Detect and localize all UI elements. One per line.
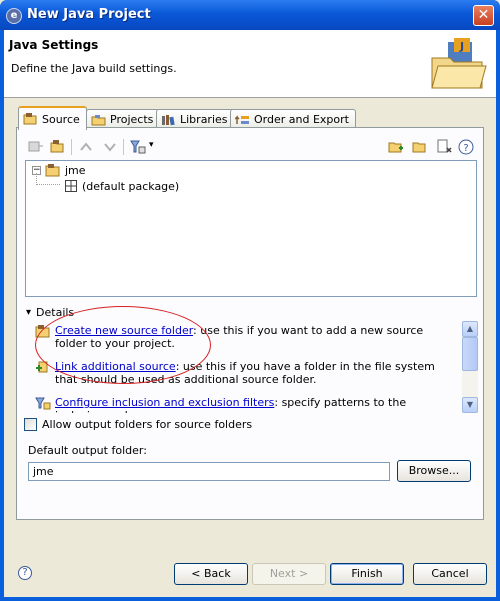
link-additional-source-link[interactable]: Link additional source: [55, 360, 176, 373]
window-title: New Java Project: [27, 7, 151, 22]
details-list: Create new source folder: use this if yo…: [25, 321, 477, 413]
cancel-button[interactable]: Cancel: [413, 563, 487, 585]
dialog-window: e New Java Project ✕ Java Settings Defin…: [0, 0, 500, 601]
add-source-folder-icon[interactable]: [387, 138, 405, 156]
output-folder-label: Default output folder:: [28, 444, 147, 457]
detail-link-source: Link additional source: use this if you …: [35, 360, 457, 386]
open-folder-icon[interactable]: [411, 138, 429, 156]
tab-order-and-export[interactable]: Order and Export: [230, 109, 356, 129]
scroll-up-icon[interactable]: ▲: [462, 321, 478, 337]
finish-button[interactable]: Finish: [330, 563, 404, 585]
details-header[interactable]: ▾ Details: [26, 306, 74, 319]
help-toolbar-icon[interactable]: ?: [457, 138, 475, 156]
filter-dropdown-arrow[interactable]: ▾: [149, 140, 154, 150]
wizard-banner: Java Settings Define the Java build sett…: [4, 30, 496, 98]
scroll-down-icon[interactable]: ▼: [462, 397, 478, 413]
allow-output-folders-option[interactable]: Allow output folders for source folders: [24, 418, 252, 431]
tree-label-package: (default package): [82, 179, 180, 193]
tree-row-project[interactable]: − jme: [32, 162, 86, 178]
tree-row-default-package[interactable]: (default package): [64, 178, 179, 194]
details-label: Details: [36, 306, 75, 319]
order-export-icon: [235, 114, 249, 124]
configure-filters-link[interactable]: Configure inclusion and exclusion filter…: [55, 396, 274, 409]
libraries-icon: [162, 114, 175, 125]
details-toggle-icon[interactable]: ▾: [26, 307, 31, 318]
projects-icon: [91, 114, 106, 125]
collapse-icon[interactable]: [49, 138, 67, 156]
create-source-folder-link[interactable]: Create new source folder: [55, 324, 193, 337]
package-icon: [65, 180, 77, 192]
tab-source[interactable]: Source: [18, 106, 87, 130]
svg-text:?: ?: [463, 143, 468, 154]
detail-create-source-folder: Create new source folder: use this if yo…: [35, 324, 457, 350]
source-toolbar: ▾ ?: [25, 136, 477, 160]
details-scrollbar[interactable]: ▲ ▼: [462, 321, 478, 413]
svg-text:J: J: [459, 40, 464, 53]
tab-label: Order and Export: [254, 113, 349, 126]
tree-label-project: jme: [65, 163, 86, 177]
page-description: Define the Java build settings.: [11, 62, 177, 75]
allow-output-folders-checkbox[interactable]: [24, 418, 37, 431]
help-icon[interactable]: ?: [18, 566, 32, 580]
configure-filters-icon: [35, 397, 51, 410]
title-bar: e New Java Project ✕: [0, 0, 500, 30]
output-folder-field[interactable]: jme: [28, 462, 390, 481]
page-title: Java Settings: [9, 38, 99, 52]
tab-label: Source: [42, 112, 80, 126]
browse-button[interactable]: Browse...: [397, 460, 471, 482]
tab-projects[interactable]: Projects: [86, 109, 161, 129]
move-down-icon: [104, 143, 116, 152]
source-folder-icon: [23, 113, 37, 125]
expand-icon: [28, 141, 43, 152]
detail-configure-filters: Configure inclusion and exclusion filter…: [35, 396, 457, 413]
toolbar-separator: [71, 139, 72, 155]
close-button[interactable]: ✕: [473, 5, 494, 26]
move-up-icon: [80, 142, 92, 151]
scroll-thumb[interactable]: [462, 337, 478, 371]
tab-label: Projects: [110, 113, 154, 126]
new-source-folder-icon: [35, 325, 50, 338]
tab-label: Libraries: [180, 113, 228, 126]
source-folders-tree[interactable]: − jme (default package): [25, 160, 477, 297]
filter-icon[interactable]: [129, 138, 147, 156]
java-project-wizard-icon: J: [431, 38, 487, 89]
remove-icon[interactable]: [435, 138, 453, 156]
eclipse-app-icon: e: [6, 8, 22, 24]
link-source-icon: [36, 361, 48, 373]
source-folder-icon: [45, 164, 60, 177]
back-button[interactable]: < Back: [174, 563, 248, 585]
tab-libraries[interactable]: Libraries: [156, 109, 235, 129]
next-button[interactable]: Next >: [252, 563, 326, 585]
allow-output-folders-label: Allow output folders for source folders: [42, 418, 253, 431]
toolbar-separator: [123, 139, 124, 155]
dialog-client: Java Settings Define the Java build sett…: [4, 30, 496, 597]
tree-connector: [36, 184, 60, 185]
